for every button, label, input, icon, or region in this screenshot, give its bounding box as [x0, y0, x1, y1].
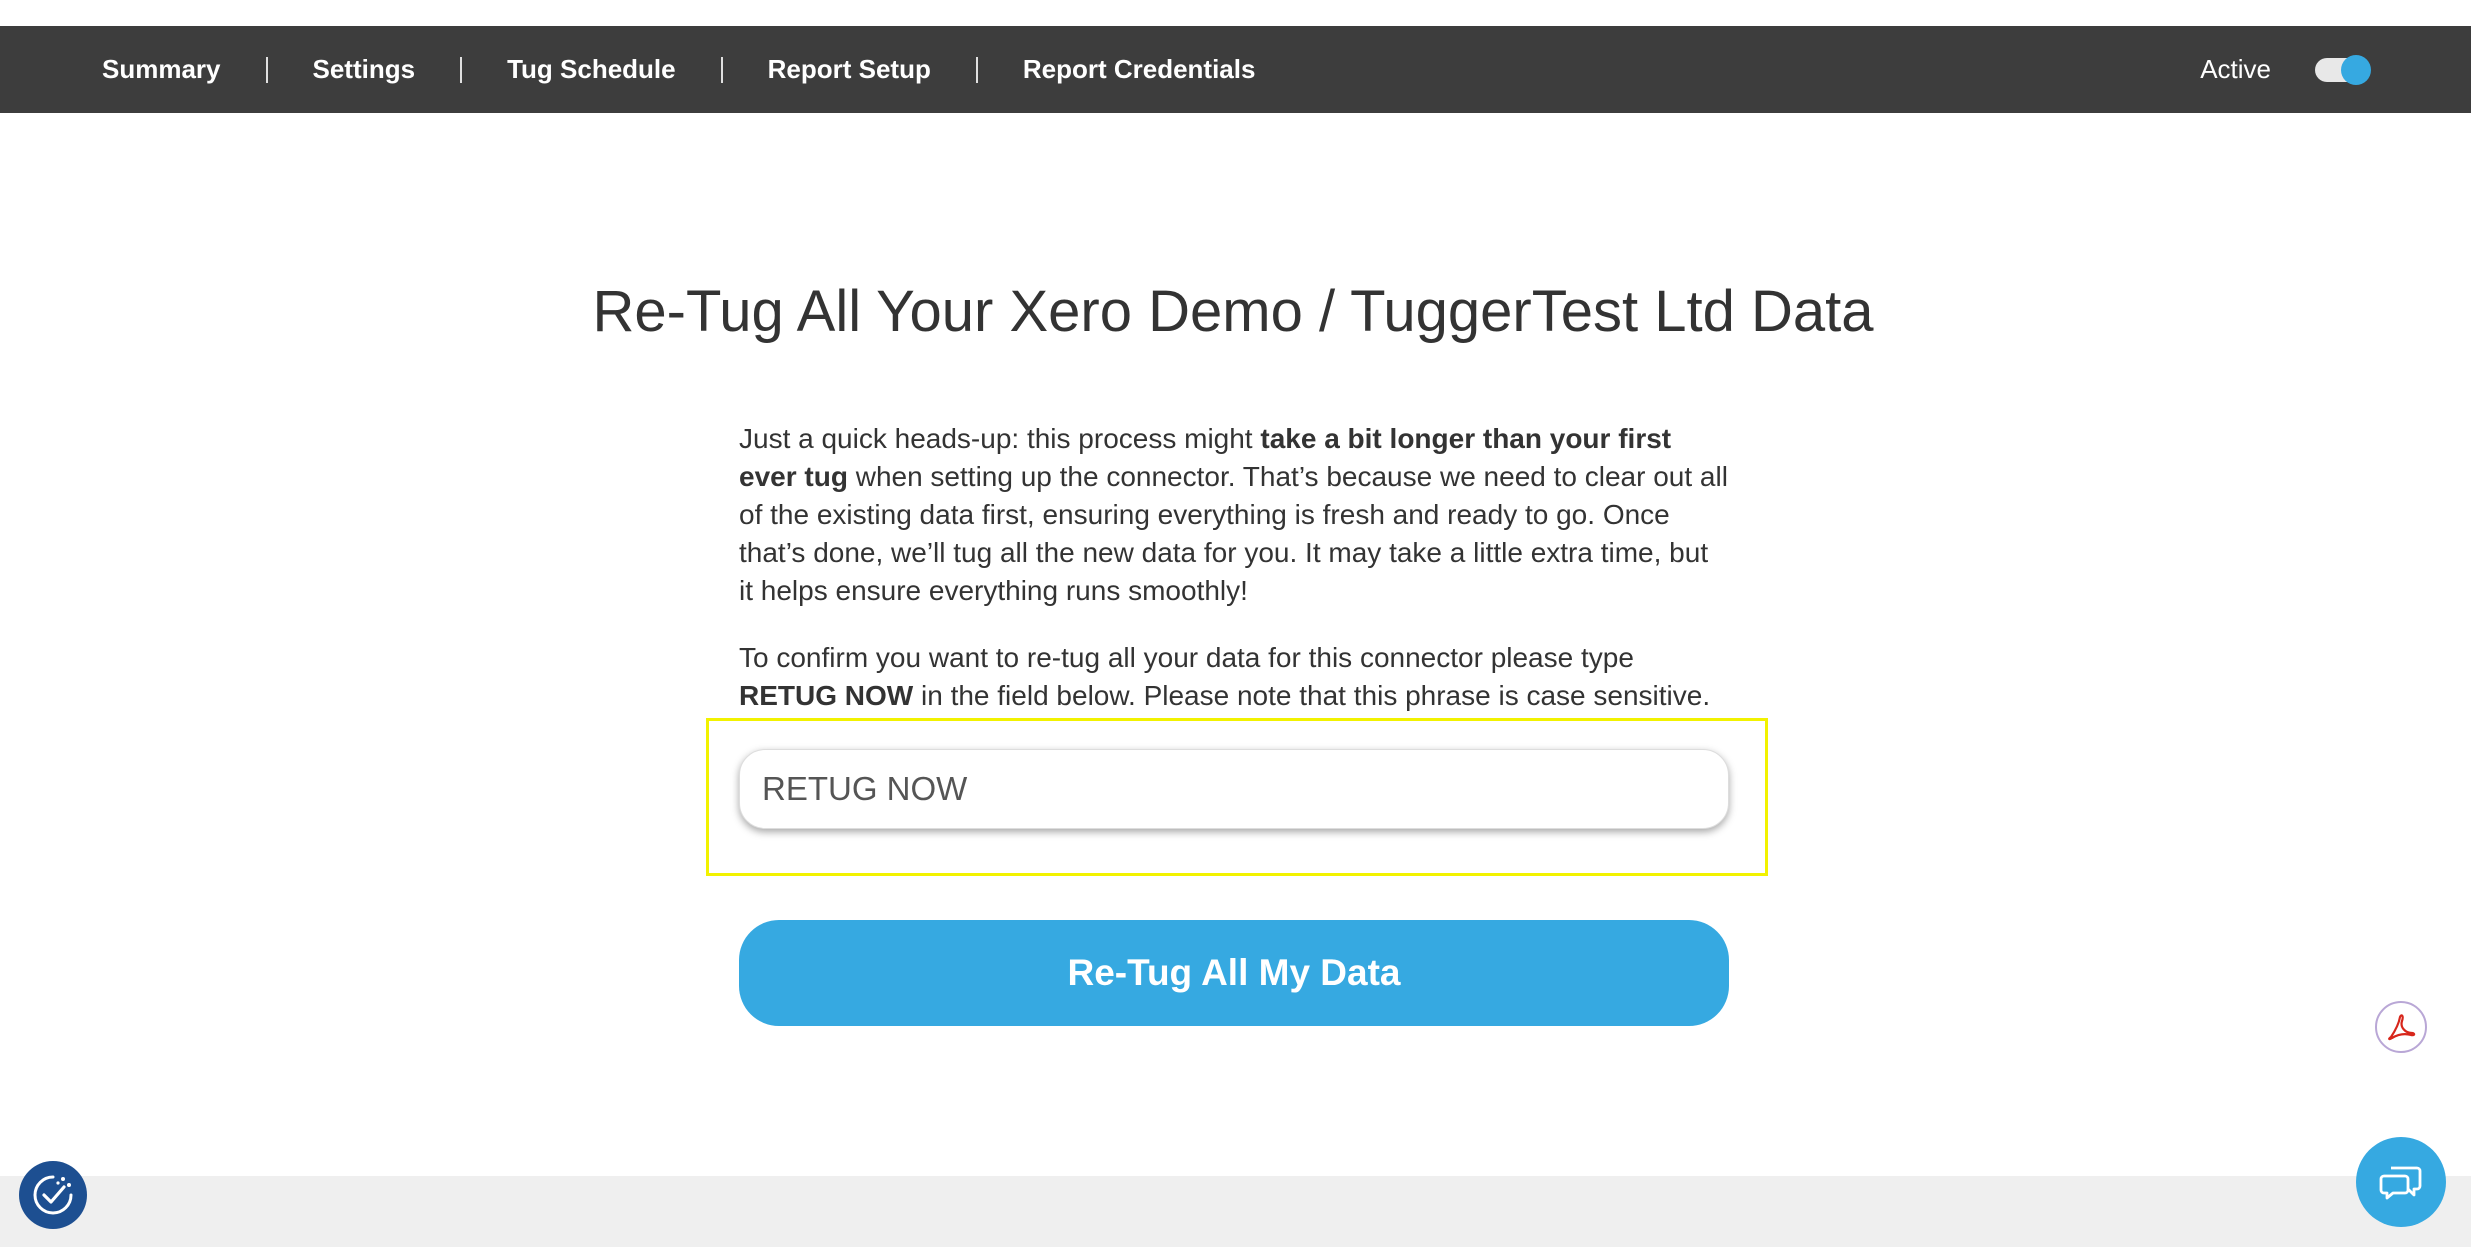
toggle-knob: [2341, 54, 2371, 85]
cookie-consent-button[interactable]: [19, 1161, 87, 1229]
intro-text-2: when setting up the connector. That’s be…: [739, 461, 1728, 606]
nav-item-report-credentials[interactable]: Report Credentials: [1023, 54, 1256, 85]
active-label: Active: [2200, 54, 2271, 84]
page: Summary Settings Tug Schedule Report Set…: [0, 0, 2471, 1247]
acrobat-pdf-icon: [2388, 1014, 2416, 1041]
active-status: Active: [2200, 26, 2371, 113]
nav-item-summary[interactable]: Summary: [102, 54, 221, 85]
confirm-text-1: To confirm you want to re-tug all your d…: [739, 642, 1634, 673]
nav-separator: [460, 56, 463, 83]
footer-band: [0, 1176, 2471, 1247]
confirm-paragraph: To confirm you want to re-tug all your d…: [739, 639, 1729, 715]
retug-all-button[interactable]: Re-Tug All My Data: [739, 920, 1729, 1026]
confirm-phrase: RETUG NOW: [739, 680, 914, 711]
chat-bubbles-icon: [2379, 1166, 2422, 1200]
pdf-button[interactable]: [2375, 1001, 2427, 1053]
cookie-consent-check-icon: [33, 1175, 73, 1215]
nav-separator: [975, 56, 978, 83]
confirm-phrase-input[interactable]: [739, 749, 1729, 829]
intro-text-1: Just a quick heads-up: this process migh…: [739, 423, 1261, 454]
confirm-text-2: in the field below. Please note that thi…: [913, 680, 1711, 711]
chat-button[interactable]: [2356, 1137, 2446, 1227]
nav-item-tug-schedule[interactable]: Tug Schedule: [507, 54, 676, 85]
top-nav-bar: Summary Settings Tug Schedule Report Set…: [0, 26, 2471, 113]
active-toggle[interactable]: [2315, 54, 2371, 85]
nav-menu: Summary Settings Tug Schedule Report Set…: [102, 26, 1255, 113]
page-title: Re-Tug All Your Xero Demo / TuggerTest L…: [592, 279, 1874, 344]
nav-item-report-setup[interactable]: Report Setup: [768, 54, 931, 85]
retug-description: Just a quick heads-up: this process migh…: [739, 420, 1729, 744]
intro-paragraph: Just a quick heads-up: this process migh…: [739, 420, 1729, 610]
nav-separator: [720, 56, 723, 83]
nav-separator: [265, 56, 268, 83]
nav-item-settings[interactable]: Settings: [313, 54, 416, 85]
